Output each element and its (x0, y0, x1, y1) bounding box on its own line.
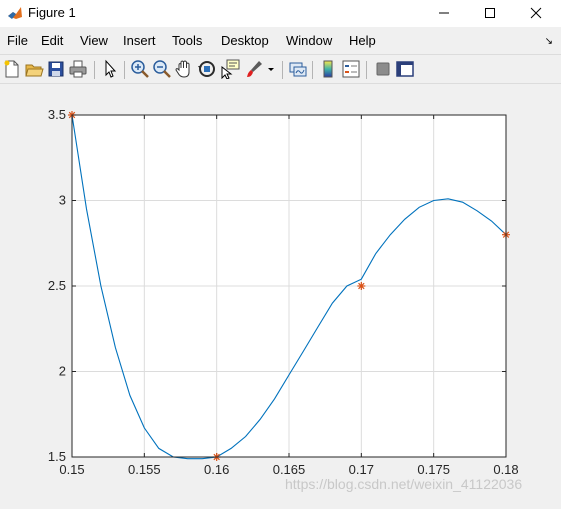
x-tick-label: 0.15 (59, 462, 84, 477)
close-icon (530, 7, 542, 19)
print-icon[interactable] (68, 59, 88, 79)
minimize-icon (439, 12, 449, 14)
x-tick-label: 0.155 (128, 462, 161, 477)
menu-tools[interactable]: Tools (172, 33, 202, 48)
minimize-button[interactable] (421, 0, 467, 27)
brush-icon[interactable] (244, 59, 264, 79)
colorbar-icon[interactable] (318, 59, 338, 79)
toolbar-separator (124, 61, 125, 79)
menu-edit[interactable]: Edit (41, 33, 63, 48)
pan-icon[interactable] (174, 59, 194, 79)
x-tick-label: 0.175 (417, 462, 450, 477)
maximize-icon (485, 8, 495, 18)
show-plot-tools-icon[interactable] (395, 59, 415, 79)
window-title: Figure 1 (28, 5, 76, 20)
matlab-icon (7, 5, 23, 21)
plot-svg[interactable]: 0.15 0.155 0.16 0.165 0.17 0.175 0.18 1.5 2 2.5 3 3… (0, 84, 561, 504)
hide-plot-tools-icon[interactable] (373, 59, 393, 79)
link-plot-icon[interactable] (288, 59, 308, 79)
chevron-down-icon[interactable]: ↘ (545, 36, 553, 47)
data-cursor-icon[interactable] (220, 59, 240, 80)
x-tick-label: 0.165 (273, 462, 306, 477)
figure-canvas[interactable]: 0.15 0.155 0.16 0.165 0.17 0.175 0.18 1.5 2 2.5 3 3… (0, 84, 561, 504)
open-file-icon[interactable] (24, 59, 44, 79)
menu-window[interactable]: Window (286, 33, 332, 48)
figure-toolbar (0, 54, 561, 84)
new-figure-icon[interactable] (2, 59, 22, 79)
pointer-icon[interactable] (100, 59, 120, 79)
toolbar-separator (94, 61, 95, 79)
zoom-in-icon[interactable] (130, 59, 150, 79)
x-tick-label: 0.18 (493, 462, 518, 477)
y-tick-label: 2.5 (48, 278, 66, 293)
close-button[interactable] (513, 0, 559, 27)
toolbar-separator (366, 61, 367, 79)
watermark-text: https://blog.csdn.net/weixin_41122036 (285, 476, 523, 492)
legend-icon[interactable] (341, 59, 361, 79)
y-tick-label: 3.5 (48, 107, 66, 122)
x-tick-label: 0.16 (204, 462, 229, 477)
brush-dropdown-icon[interactable] (266, 59, 276, 79)
menu-file[interactable]: File (7, 33, 28, 48)
y-tick-label: 1.5 (48, 449, 66, 464)
menu-help[interactable]: Help (349, 33, 376, 48)
y-tick-label: 2 (59, 364, 66, 379)
menu-desktop[interactable]: Desktop (221, 33, 269, 48)
menu-insert[interactable]: Insert (123, 33, 156, 48)
rotate-3d-icon[interactable] (197, 59, 217, 79)
x-tick-label: 0.17 (349, 462, 374, 477)
menu-view[interactable]: View (80, 33, 108, 48)
save-icon[interactable] (46, 59, 66, 79)
maximize-button[interactable] (467, 0, 513, 27)
toolbar-separator (312, 61, 313, 79)
menu-bar: File Edit View Insert Tools Desktop Wind… (0, 31, 561, 51)
toolbar-separator (282, 61, 283, 79)
data-point-marker (357, 282, 366, 290)
zoom-out-icon[interactable] (152, 59, 172, 79)
y-tick-label: 3 (59, 193, 66, 208)
title-bar: Figure 1 (0, 0, 561, 27)
